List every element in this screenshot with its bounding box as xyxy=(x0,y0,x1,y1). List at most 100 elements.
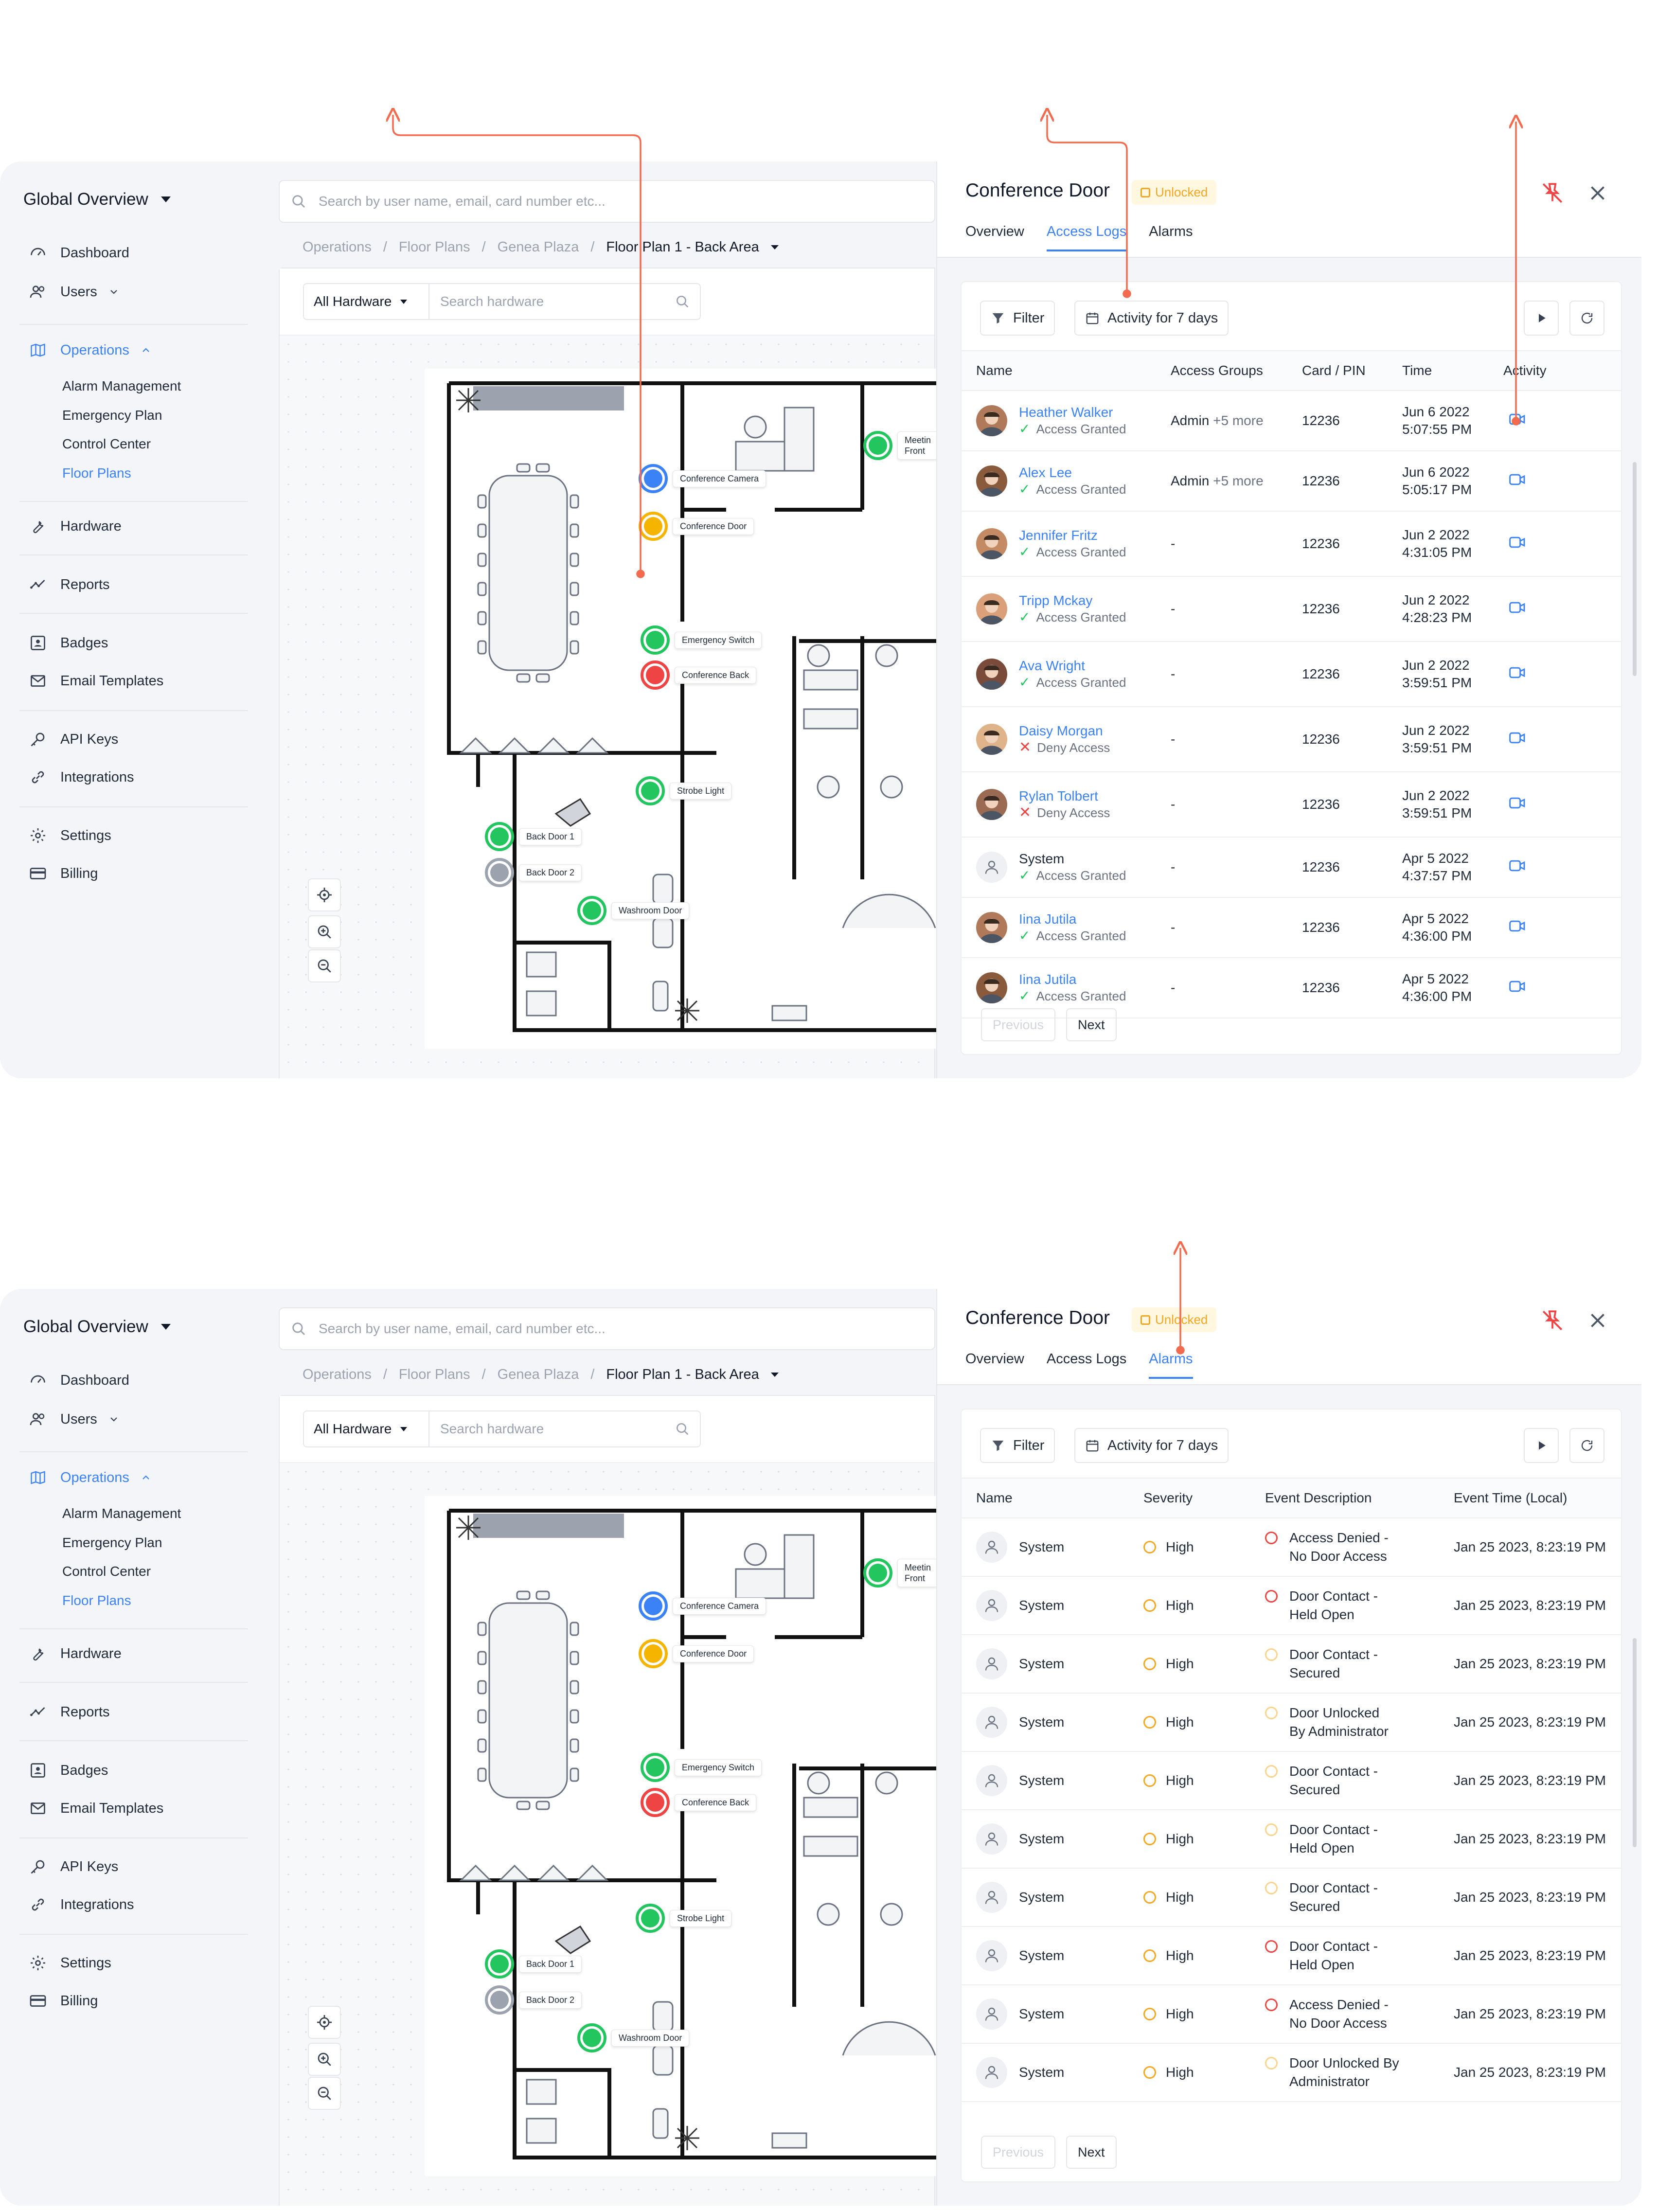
tab-overview[interactable]: Overview xyxy=(965,224,1024,251)
user-name[interactable]: Jennifer Fritz xyxy=(1019,527,1126,544)
user-name[interactable]: Alex Lee xyxy=(1019,464,1126,481)
play-button[interactable] xyxy=(1524,301,1559,336)
col-event-description[interactable]: Event Description xyxy=(1250,1478,1439,1518)
nav-badges[interactable]: Badges xyxy=(29,634,108,652)
marker-conference-back[interactable]: Conference Back xyxy=(641,660,757,690)
marker-back-door-2[interactable]: Back Door 2 xyxy=(485,1985,582,2015)
user-name[interactable]: Rylan Tolbert xyxy=(1019,788,1110,804)
video-clip-icon[interactable] xyxy=(1509,473,1526,486)
nav-billing[interactable]: Billing xyxy=(29,1992,98,2010)
table-row[interactable]: System High Access Denied - No Door Access J… xyxy=(962,1518,1621,1577)
nav-floor-plans[interactable]: Floor Plans xyxy=(62,465,131,481)
nav-reports[interactable]: Reports xyxy=(29,576,110,593)
marker-strobe-light[interactable]: Strobe Light xyxy=(636,1904,732,1933)
video-clip-icon[interactable] xyxy=(1509,796,1526,810)
filter-button[interactable]: Filter xyxy=(980,1428,1055,1463)
tab-access-logs[interactable]: Access Logs xyxy=(1046,224,1127,251)
breadcrumb-site[interactable]: Genea Plaza xyxy=(498,239,579,255)
table-row[interactable]: Jennifer Fritz ✓ Access Granted - 12236 Jun … xyxy=(962,511,1621,577)
marker-conference-door[interactable]: Conference Door xyxy=(639,1639,754,1668)
marker-back-door-1[interactable]: Back Door 1 xyxy=(485,822,582,851)
tab-access-logs[interactable]: Access Logs xyxy=(1047,1351,1126,1379)
nav-dashboard[interactable]: Dashboard xyxy=(29,1372,129,1389)
table-row[interactable]: Alex Lee ✓ Access Granted Admin +5 more 1223… xyxy=(962,451,1621,512)
table-row[interactable]: System High Access Denied - No Door Access J… xyxy=(962,1985,1621,2044)
breadcrumb-floor-plans[interactable]: Floor Plans xyxy=(399,239,470,255)
col-name[interactable]: Name xyxy=(962,1478,1129,1518)
table-row[interactable]: System High Door Contact - Secured Jan 25 20… xyxy=(962,1751,1621,1810)
nav-integrations[interactable]: Integrations xyxy=(29,768,134,786)
table-row[interactable]: System High Door Unlocked By Administrator J… xyxy=(962,1693,1621,1752)
nav-operations[interactable]: Operations xyxy=(29,1469,165,1486)
refresh-button[interactable] xyxy=(1569,1428,1604,1463)
marker-conference-camera[interactable]: Conference Camera xyxy=(639,1591,766,1621)
nav-email-templates[interactable]: Email Templates xyxy=(29,672,163,690)
table-row[interactable]: Ava Wright ✓ Access Granted - 12236 Jun 2 20… xyxy=(962,642,1621,707)
table-row[interactable]: System High Door Contact - Held Open Jan 25 … xyxy=(962,1576,1621,1635)
table-row[interactable]: System High Door Contact - Secured Jan 25 20… xyxy=(962,1635,1621,1694)
pin-off-icon[interactable] xyxy=(1540,181,1565,205)
nav-dashboard[interactable]: Dashboard xyxy=(29,244,129,262)
table-row[interactable]: Daisy Morgan ✕ Deny Access - 12236 Jun 2 202… xyxy=(962,707,1621,772)
col-card-pin[interactable]: Card / PIN xyxy=(1287,350,1388,391)
more-groups-link[interactable]: +5 more xyxy=(1213,473,1264,488)
user-name[interactable]: Iina Jutila xyxy=(1019,971,1126,988)
refresh-button[interactable] xyxy=(1569,301,1604,336)
tab-alarms[interactable]: Alarms xyxy=(1149,1351,1193,1379)
hardware-filter-select[interactable]: All Hardware xyxy=(303,1410,429,1447)
previous-page-button[interactable]: Previous xyxy=(981,1008,1056,1041)
map-canvas[interactable]: Conference Camera Conference Door Meetin… xyxy=(280,336,939,1078)
global-search-input[interactable]: Search by user name, email, card number … xyxy=(279,1307,935,1350)
marker-washroom-door[interactable]: Washroom Door xyxy=(577,2023,690,2052)
nav-control-center[interactable]: Control Center xyxy=(62,1564,151,1579)
nav-users[interactable]: Users xyxy=(29,1410,133,1428)
play-button[interactable] xyxy=(1524,1428,1559,1463)
next-page-button[interactable]: Next xyxy=(1066,1008,1117,1041)
table-row[interactable]: System High Door Contact - Held Open Jan 25 … xyxy=(962,1927,1621,1985)
breadcrumb-current[interactable]: Floor Plan 1 - Back Area xyxy=(606,239,759,255)
previous-page-button[interactable]: Previous xyxy=(981,2136,1056,2169)
map-canvas[interactable]: Conference Camera Conference Door Meetin… xyxy=(280,1463,939,2206)
nav-api-keys[interactable]: API Keys xyxy=(29,1858,118,1875)
pin-off-icon[interactable] xyxy=(1540,1308,1565,1333)
tab-alarms[interactable]: Alarms xyxy=(1149,224,1193,251)
marker-emergency-switch[interactable]: Emergency Switch xyxy=(641,625,762,655)
table-row[interactable]: Heather Walker ✓ Access Granted Admin +5 mo… xyxy=(962,391,1621,451)
col-activity[interactable]: Activity xyxy=(1489,350,1621,391)
user-name[interactable]: Ava Wright xyxy=(1019,658,1126,674)
marker-conference-back[interactable]: Conference Back xyxy=(641,1788,757,1817)
nav-settings[interactable]: Settings xyxy=(29,1954,111,1972)
tab-overview[interactable]: Overview xyxy=(965,1351,1024,1379)
zoom-in-button[interactable] xyxy=(308,2043,341,2076)
filter-button[interactable]: Filter xyxy=(980,301,1055,336)
nav-email-templates[interactable]: Email Templates xyxy=(29,1800,163,1817)
user-name[interactable]: Heather Walker xyxy=(1019,404,1126,421)
recenter-button[interactable] xyxy=(308,878,341,911)
col-access-groups[interactable]: Access Groups xyxy=(1156,350,1287,391)
table-row[interactable]: System ✓ Access Granted - 12236 Apr 5 2022 4:… xyxy=(962,837,1621,898)
nav-reports[interactable]: Reports xyxy=(29,1703,110,1721)
nav-control-center[interactable]: Control Center xyxy=(62,436,151,452)
zoom-out-button[interactable] xyxy=(308,949,341,982)
next-page-button[interactable]: Next xyxy=(1066,2136,1117,2169)
marker-meeting-front[interactable]: Meetin Front xyxy=(863,431,939,460)
marker-conference-camera[interactable]: Conference Camera xyxy=(639,464,766,493)
user-name[interactable]: Tripp Mckay xyxy=(1019,592,1126,609)
nav-settings[interactable]: Settings xyxy=(29,827,111,844)
col-event-time[interactable]: Event Time (Local) xyxy=(1439,1478,1621,1518)
video-clip-icon[interactable] xyxy=(1509,666,1526,679)
hardware-search-input[interactable]: Search hardware xyxy=(428,1410,701,1447)
col-severity[interactable]: Severity xyxy=(1129,1478,1250,1518)
zoom-out-button[interactable] xyxy=(308,2077,341,2110)
hardware-search-input[interactable]: Search hardware xyxy=(428,283,701,320)
marker-emergency-switch[interactable]: Emergency Switch xyxy=(641,1753,762,1782)
video-clip-icon[interactable] xyxy=(1509,980,1526,993)
workspace-switcher[interactable]: Global Overview xyxy=(23,1317,171,1337)
video-clip-icon[interactable] xyxy=(1509,919,1526,933)
global-search-input[interactable]: Search by user name, email, card number … xyxy=(279,180,935,223)
breadcrumb-operations[interactable]: Operations xyxy=(303,239,372,255)
caret-down-icon[interactable] xyxy=(770,1373,779,1377)
marker-conference-door[interactable]: Conference Door xyxy=(639,512,754,541)
table-row[interactable]: System High Door Contact - Held Open Jan 25 … xyxy=(962,1810,1621,1869)
breadcrumb-floor-plans[interactable]: Floor Plans xyxy=(399,1367,470,1383)
